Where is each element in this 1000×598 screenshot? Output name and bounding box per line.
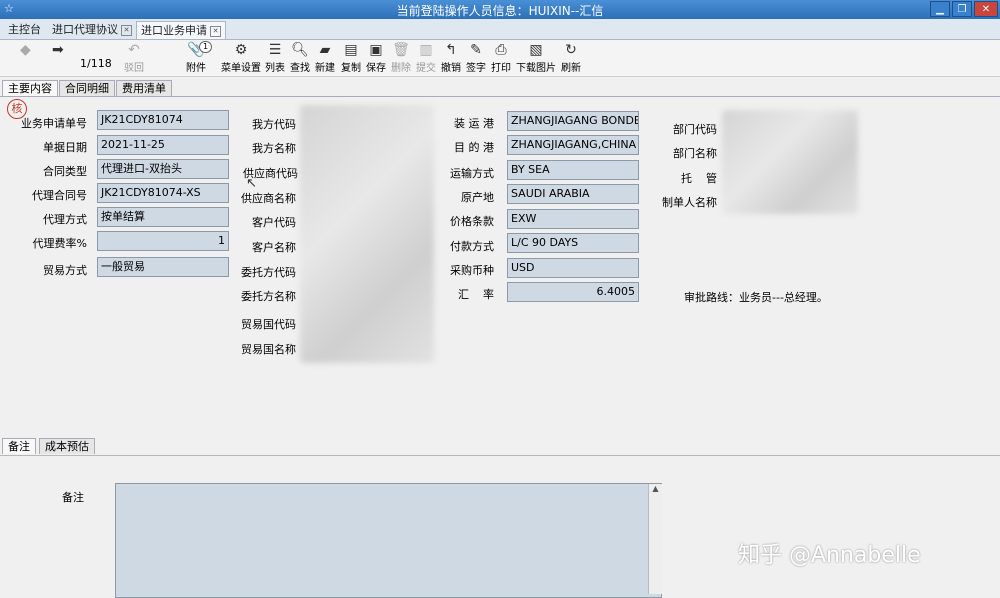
print-button[interactable]: ⎙ 打印 (491, 42, 511, 74)
label-customer-name: 客户名称 (252, 241, 296, 254)
next-record-button[interactable]: ➡ (52, 42, 64, 59)
label-purchase-currency: 采购币种 (450, 264, 494, 277)
label-exchange-rate: 汇 率 (458, 288, 494, 301)
label-our-code: 我方代码 (252, 118, 296, 131)
toolbar: ◆ ➡ 1/118 ↶ 驳回 📎 1 附件 ⚙ 菜单设置 ☰ 列表 🔍︎ 查找 ▰ 新建 ▤ 复… (0, 40, 1000, 77)
field-price-terms[interactable]: EXW (507, 209, 639, 229)
close-icon[interactable]: ✕ (210, 25, 221, 37)
pager-text: 1/118 (80, 57, 112, 70)
sign-button[interactable]: ✎ 签字 (466, 42, 486, 74)
minimize-button[interactable]: ▁ (930, 1, 950, 17)
revoke-button[interactable]: ↰ 撤销 (441, 42, 461, 74)
copy-icon: ▤ (344, 42, 358, 58)
trash-icon: 🗑︎ (392, 42, 410, 58)
find-button[interactable]: 🔍︎ 查找 (290, 42, 310, 74)
field-exchange-rate[interactable]: 6.4005 (507, 282, 639, 302)
copy-button[interactable]: ▤ 复制 (341, 42, 361, 74)
save-icon: ▣ (369, 42, 383, 58)
close-button[interactable]: ✕ (974, 1, 998, 17)
title-bar: ☆ 当前登陆操作人员信息：HUIXIN--汇信 ▁ ❐ ✕ (0, 0, 1000, 19)
label-agency-method: 代理方式 (43, 213, 87, 226)
bottom-divider (0, 455, 1000, 456)
label-contract-type: 合同类型 (43, 165, 87, 178)
reject-button[interactable]: ↶ 驳回 (124, 42, 144, 74)
attachment-button[interactable]: 📎 1 附件 (186, 41, 212, 74)
label-trade-country-name: 贸易国名称 (241, 343, 296, 356)
arrow-right-icon: ➡ (52, 42, 64, 58)
label-origin: 原产地 (461, 191, 494, 204)
delete-button[interactable]: 🗑︎ 删除 (391, 42, 411, 74)
tab-remarks[interactable]: 备注 (2, 438, 36, 454)
refresh-icon: ↻ (565, 42, 577, 58)
tab-divider (0, 96, 1000, 97)
remarks-scrollbar[interactable]: ▲ (648, 484, 662, 594)
label-loading-port: 装 运 港 (454, 117, 494, 130)
revoke-arrow-icon: ↰ (445, 42, 457, 58)
pen-icon: ✎ (470, 42, 482, 58)
list-icon: ☰ (268, 42, 282, 58)
restore-button[interactable]: ❐ (952, 1, 972, 17)
menu-settings-button[interactable]: ⚙ 菜单设置 (221, 42, 261, 74)
printer-icon: ⎙ (495, 42, 507, 58)
refresh-button[interactable]: ↻ 刷新 (561, 42, 581, 74)
label-trade-mode: 贸易方式 (43, 264, 87, 277)
field-loading-port[interactable]: ZHANGJIAGANG BONDED (507, 111, 639, 131)
arrow-left-icon: ◆ (20, 42, 31, 58)
save-button[interactable]: ▣ 保存 (366, 42, 386, 74)
label-application-no: 业务申请单号 (21, 117, 87, 130)
label-custody: 托 管 (681, 172, 717, 185)
prev-record-button[interactable]: ◆ (20, 42, 31, 59)
window-title: 当前登陆操作人员信息：HUIXIN--汇信 (396, 4, 604, 18)
tab-import-agency-agreement[interactable]: 进口代理协议 ✕ (48, 21, 136, 39)
label-supplier-name: 供应商名称 (241, 192, 296, 205)
document-tabs: 主控台 进口代理协议 ✕ 进口业务申请 ✕ (0, 19, 1000, 40)
label-trade-country-code: 贸易国代码 (241, 318, 296, 331)
label-transport-mode: 运输方式 (450, 167, 494, 180)
tab-cost-estimate[interactable]: 成本预估 (39, 438, 95, 454)
field-destination-port[interactable]: ZHANGJIAGANG,CHINA (507, 135, 639, 155)
redacted-area-right (722, 110, 858, 214)
label-creator-name: 制单人名称 (662, 196, 717, 209)
submit-doc-icon: ▥ (419, 42, 433, 58)
list-button[interactable]: ☰ 列表 (265, 42, 285, 74)
label-doc-date: 单据日期 (43, 141, 87, 154)
label-consignor-code: 委托方代码 (241, 266, 296, 279)
watermark: 知乎 @Annabelle (738, 543, 921, 568)
close-icon[interactable]: ✕ (121, 24, 132, 36)
label-remarks: 备注 (62, 491, 84, 504)
label-our-name: 我方名称 (252, 142, 296, 155)
label-destination-port: 目 的 港 (454, 141, 494, 154)
label-consignor-name: 委托方名称 (241, 290, 296, 303)
label-agency-contract-no: 代理合同号 (32, 189, 87, 202)
new-folder-icon: ▰ (319, 42, 331, 58)
scroll-up-icon[interactable]: ▲ (649, 484, 662, 493)
download-image-button[interactable]: ▧ 下载图片 (516, 42, 556, 74)
submit-button[interactable]: ▥ 提交 (416, 42, 436, 74)
search-icon: 🔍︎ (291, 42, 309, 58)
field-origin[interactable]: SAUDI ARABIA (507, 184, 639, 204)
undo-arrow-icon: ↶ (128, 42, 140, 58)
label-dept-code: 部门代码 (673, 123, 717, 136)
tab-fee-list[interactable]: 费用清单 (116, 80, 172, 96)
tab-main-content[interactable]: 主要内容 (2, 80, 58, 96)
remarks-textarea[interactable] (115, 483, 662, 598)
field-purchase-currency[interactable]: USD (507, 258, 639, 278)
gear-icon: ⚙ (234, 42, 248, 58)
label-dept-name: 部门名称 (673, 147, 717, 160)
approval-route: 审批路线：业务员---总经理。 (684, 291, 828, 304)
attachment-count-badge: 1 (199, 41, 212, 53)
label-customer-code: 客户代码 (252, 216, 296, 229)
new-button[interactable]: ▰ 新建 (315, 42, 335, 74)
mouse-cursor-icon: ↖ (246, 176, 257, 191)
label-payment-method: 付款方式 (450, 240, 494, 253)
field-payment-method[interactable]: L/C 90 DAYS (507, 233, 639, 253)
field-transport-mode[interactable]: BY SEA (507, 160, 639, 180)
image-icon: ▧ (529, 42, 543, 58)
label-agency-fee-rate: 代理费率% (32, 237, 87, 250)
label-price-terms: 价格条款 (450, 215, 494, 228)
tab-contract-details[interactable]: 合同明细 (59, 80, 115, 96)
tab-console[interactable]: 主控台 (4, 21, 45, 39)
tab-import-business-application[interactable]: 进口业务申请 ✕ (136, 21, 226, 39)
